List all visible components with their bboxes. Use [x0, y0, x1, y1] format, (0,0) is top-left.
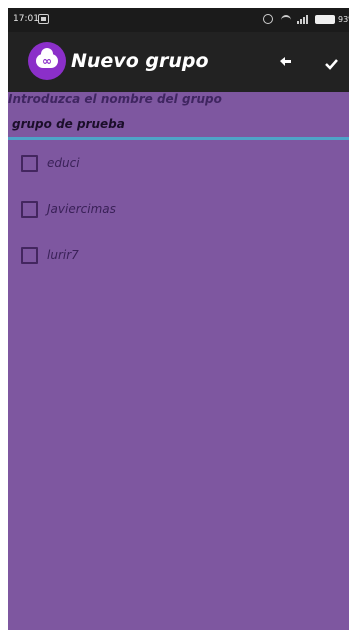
member-checkbox[interactable]	[21, 200, 38, 218]
group-name-label: Introduzca el nombre del grupo	[8, 92, 222, 106]
member-name: lurir7	[47, 248, 79, 262]
back-button[interactable]	[274, 52, 298, 76]
battery-percent: 93%	[338, 14, 349, 24]
check-icon	[325, 59, 338, 70]
infinity-symbol: ∞	[42, 54, 52, 68]
member-item[interactable]: lurir7	[8, 232, 349, 278]
save-button[interactable]	[320, 52, 344, 76]
signal-icon	[297, 14, 309, 24]
members-list: educi Javiercimas lurir7	[8, 140, 349, 278]
page-title: Nuevo grupo	[71, 50, 209, 72]
battery-icon	[315, 14, 335, 24]
member-item[interactable]: Javiercimas	[8, 186, 349, 232]
status-bar: 17:01 93%	[8, 8, 349, 32]
member-item[interactable]: educi	[8, 140, 349, 186]
sync-icon	[263, 14, 273, 24]
member-name: educi	[47, 156, 80, 170]
cloud-infinity-icon: ∞	[28, 42, 66, 80]
app-screen: 17:01 93% ∞ Nuevo grupo	[8, 8, 349, 630]
notification-icon	[38, 14, 49, 24]
wifi-icon	[281, 14, 291, 24]
member-checkbox[interactable]	[21, 154, 38, 172]
app-bar: ∞ Nuevo grupo	[8, 32, 349, 92]
group-name-input[interactable]	[12, 112, 349, 136]
status-time: 17:01	[13, 14, 39, 24]
member-checkbox[interactable]	[21, 246, 38, 264]
status-icons: 93%	[263, 13, 349, 25]
arrow-left-icon	[280, 57, 291, 66]
member-name: Javiercimas	[47, 202, 116, 216]
